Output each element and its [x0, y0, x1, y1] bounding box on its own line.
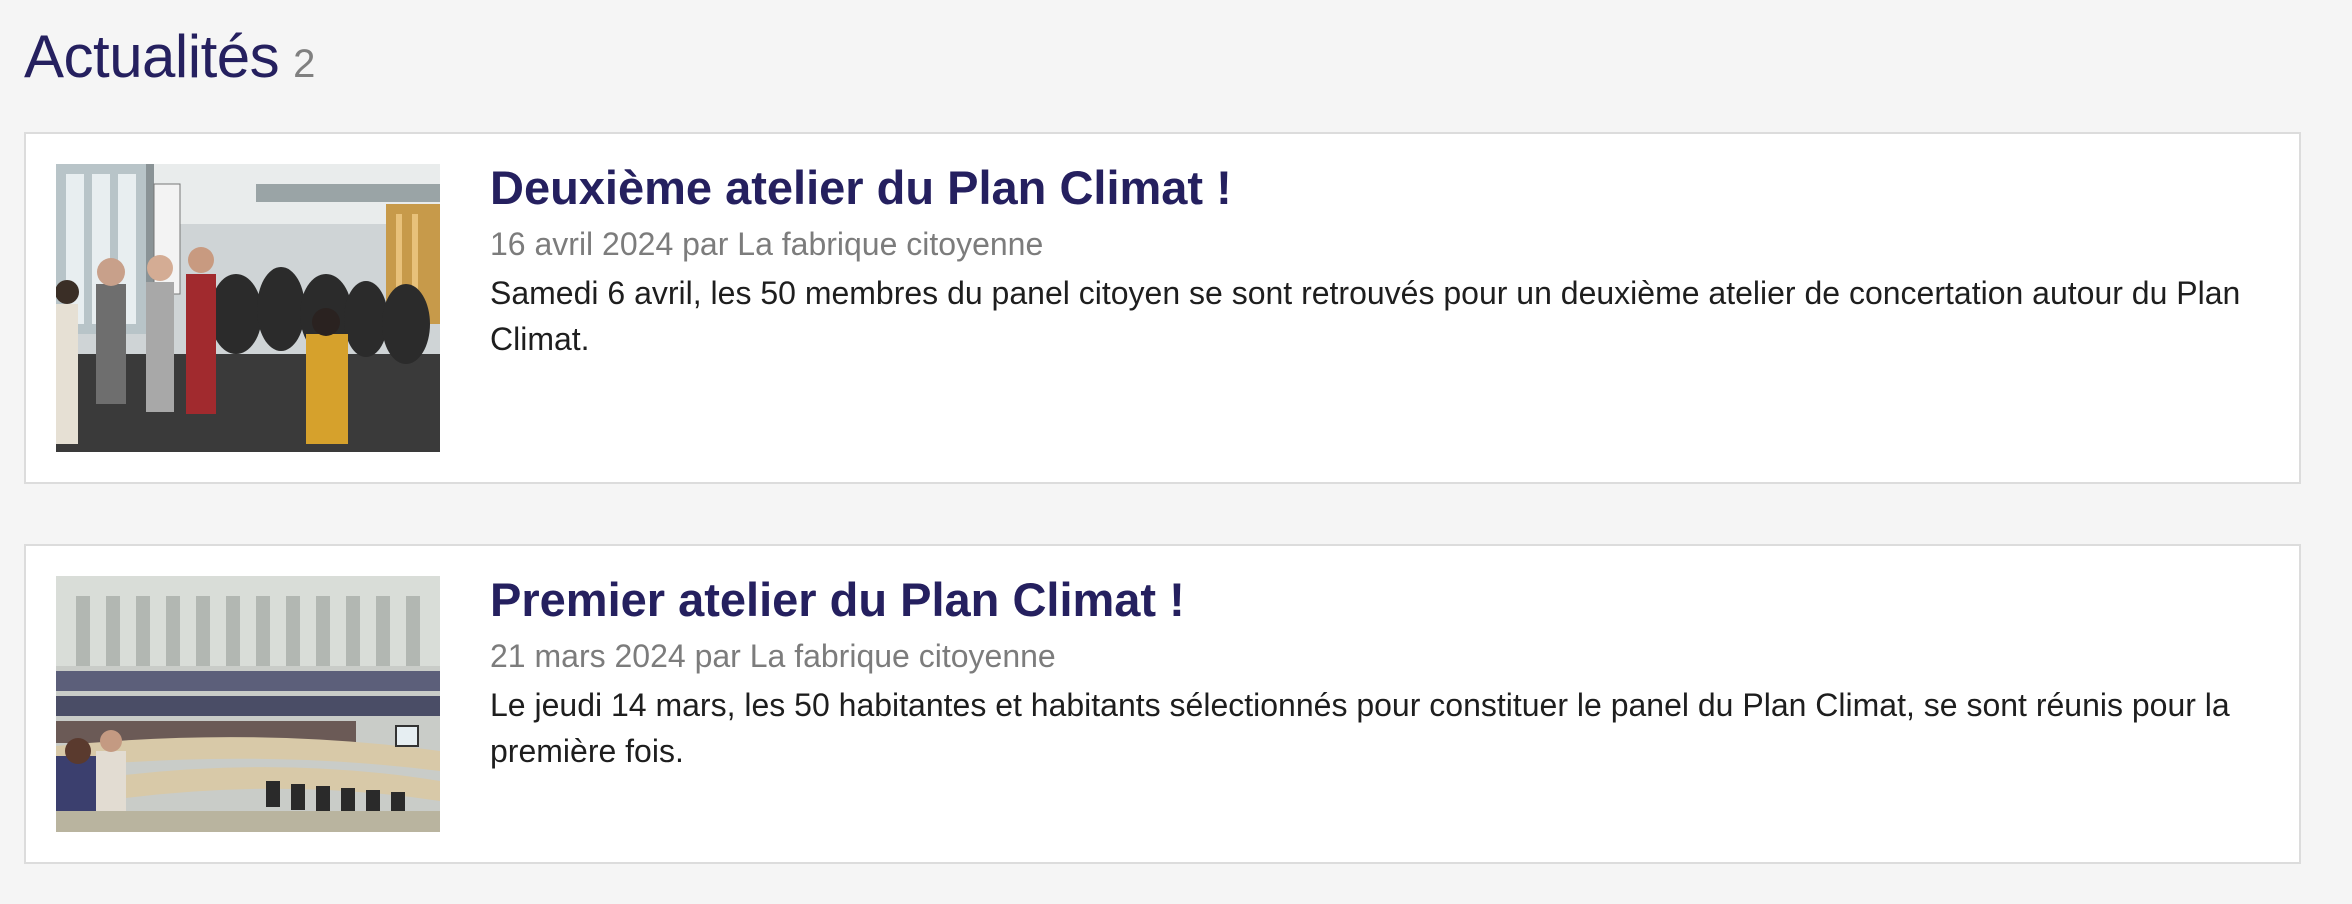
article-date: 21 mars 2024: [490, 638, 686, 675]
article-by: par: [694, 638, 741, 675]
article-meta: 21 mars 2024 par La fabrique citoyenne: [490, 636, 2259, 678]
article-count: 2: [293, 42, 316, 86]
article-content: Premier atelier du Plan Climat ! 21 mars…: [490, 572, 2259, 774]
article-title-link[interactable]: Deuxième atelier du Plan Climat !: [490, 160, 2259, 216]
article-date: 16 avril 2024: [490, 226, 674, 263]
article-by: par: [682, 226, 729, 263]
article-content: Deuxième atelier du Plan Climat ! 16 avr…: [490, 160, 2259, 362]
article-author: La fabrique citoyenne: [749, 638, 1056, 675]
article-excerpt: Samedi 6 avril, les 50 membres du panel …: [490, 274, 2241, 357]
article-author: La fabrique citoyenne: [737, 226, 1044, 263]
article-card[interactable]: Premier atelier du Plan Climat ! 21 mars…: [24, 544, 2301, 864]
article-meta: 16 avril 2024 par La fabrique citoyenne: [490, 224, 2259, 266]
section-header: Actualités 2: [24, 22, 315, 91]
section-title: Actualités: [24, 23, 280, 90]
article-card[interactable]: Deuxième atelier du Plan Climat ! 16 avr…: [24, 132, 2301, 484]
article-excerpt: Le jeudi 14 mars, les 50 habitantes et h…: [490, 686, 2230, 769]
article-title-link[interactable]: Premier atelier du Plan Climat !: [490, 572, 2259, 628]
article-image[interactable]: [56, 576, 440, 832]
article-image[interactable]: [56, 164, 440, 452]
